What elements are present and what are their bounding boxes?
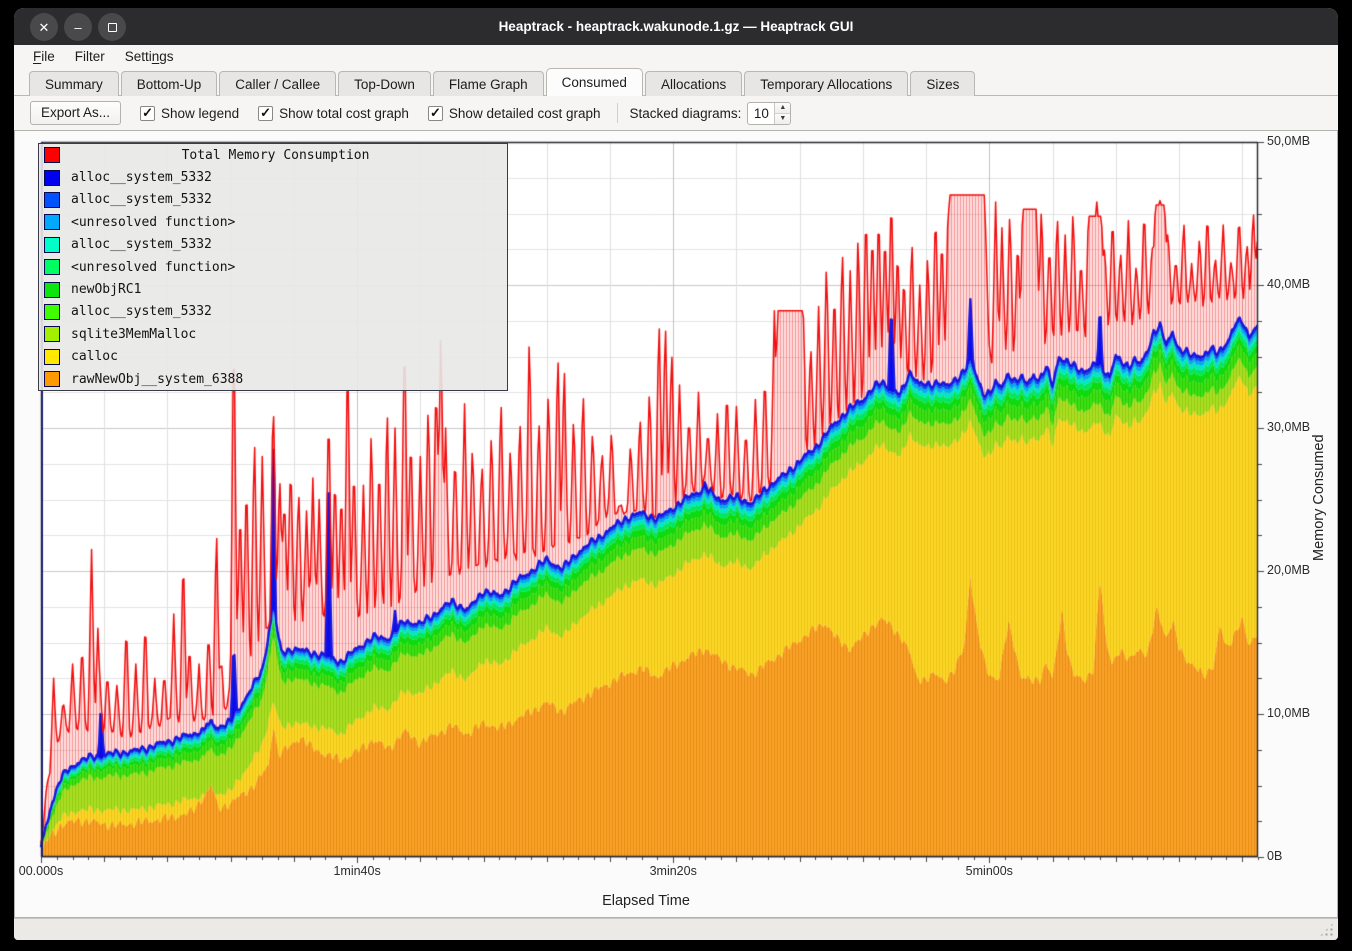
- export-as-button[interactable]: Export As...: [30, 101, 121, 125]
- tab-sizes[interactable]: Sizes: [910, 71, 975, 96]
- show-legend-checkbox-group[interactable]: ✓ Show legend: [140, 106, 239, 121]
- y-tick-label: 10,0MB: [1267, 706, 1310, 720]
- tab-caller-callee[interactable]: Caller / Callee: [219, 71, 336, 96]
- app-window: ✕ – Heaptrack - heaptrack.wakunode.1.gz …: [14, 8, 1338, 940]
- menu-settings[interactable]: Settings: [115, 48, 184, 65]
- consumed-chart-panel: Total Memory Consumption alloc__system_53…: [14, 130, 1338, 918]
- legend-row: <unresolved function>: [39, 211, 507, 233]
- legend-swatch: [44, 170, 60, 186]
- menu-filter[interactable]: Filter: [65, 48, 115, 65]
- legend-row: <unresolved function>: [39, 256, 507, 278]
- legend-row: sqlite3MemMalloc: [39, 323, 507, 345]
- x-tick-label: 3min20s: [628, 864, 718, 878]
- legend-row: rawNewObj__system_6388: [39, 368, 507, 390]
- legend-swatch: [44, 147, 60, 163]
- legend-swatch: [44, 192, 60, 208]
- legend-swatch: [44, 237, 60, 253]
- legend-label: alloc__system_5332: [71, 304, 212, 319]
- tab-summary[interactable]: Summary: [29, 71, 119, 96]
- legend-row: alloc__system_5332: [39, 166, 507, 188]
- check-icon: ✓: [142, 105, 153, 121]
- window-title: Heaptrack - heaptrack.wakunode.1.gz — He…: [14, 8, 1338, 45]
- tab-flame-graph[interactable]: Flame Graph: [433, 71, 544, 96]
- legend-row: newObjRC1: [39, 278, 507, 300]
- legend-swatch: [44, 304, 60, 320]
- legend-swatch: [44, 349, 60, 365]
- toolbar-separator: [617, 103, 618, 123]
- legend-row: alloc__system_5332: [39, 189, 507, 211]
- legend-label: newObjRC1: [71, 282, 141, 297]
- x-tick-label: 5min00s: [944, 864, 1034, 878]
- stacked-diagrams-spinner[interactable]: 10 ▲ ▼: [747, 102, 791, 125]
- tab-top-down[interactable]: Top-Down: [338, 71, 431, 96]
- show-detailed-cost-label: Show detailed cost graph: [449, 106, 601, 121]
- y-tick-label: 20,0MB: [1267, 563, 1310, 577]
- legend-label: alloc__system_5332: [71, 170, 212, 185]
- tab-consumed[interactable]: Consumed: [546, 68, 643, 96]
- legend-row: alloc__system_5332: [39, 301, 507, 323]
- show-detailed-cost-checkbox-group[interactable]: ✓ Show detailed cost graph: [428, 106, 601, 121]
- stacked-diagrams-value[interactable]: 10: [748, 103, 774, 124]
- show-total-cost-label: Show total cost graph: [279, 106, 409, 121]
- y-tick-label: 0B: [1267, 849, 1282, 863]
- tab-temporary-allocations[interactable]: Temporary Allocations: [744, 71, 908, 96]
- legend-title-row: Total Memory Consumption: [39, 144, 507, 166]
- tab-bottom-up[interactable]: Bottom-Up: [121, 71, 218, 96]
- y-tick-label: 50,0MB: [1267, 134, 1310, 148]
- show-detailed-cost-checkbox[interactable]: ✓: [428, 106, 443, 121]
- chevron-down-icon: ▼: [779, 115, 786, 122]
- x-tick-label: 1min40s: [312, 864, 402, 878]
- chevron-up-icon: ▲: [779, 104, 786, 111]
- check-icon: ✓: [260, 105, 271, 121]
- legend-label: Total Memory Consumption: [71, 148, 480, 163]
- legend-label: sqlite3MemMalloc: [71, 327, 196, 342]
- legend-swatch: [44, 214, 60, 230]
- y-tick-label: 40,0MB: [1267, 277, 1310, 291]
- x-axis-title: Elapsed Time: [566, 893, 726, 909]
- x-tick-label: 00.000s: [14, 864, 86, 878]
- legend-swatch: [44, 259, 60, 275]
- spinner-up-button[interactable]: ▲: [775, 103, 790, 114]
- legend-label: alloc__system_5332: [71, 192, 212, 207]
- chart-legend: Total Memory Consumption alloc__system_53…: [38, 143, 508, 391]
- title-bar: ✕ – Heaptrack - heaptrack.wakunode.1.gz …: [14, 8, 1338, 45]
- menu-bar: File Filter Settings: [14, 45, 1338, 68]
- check-icon: ✓: [430, 105, 441, 121]
- show-total-cost-checkbox-group[interactable]: ✓ Show total cost graph: [258, 106, 409, 121]
- show-legend-label: Show legend: [161, 106, 239, 121]
- legend-swatch: [44, 282, 60, 298]
- spinner-down-button[interactable]: ▼: [775, 114, 790, 124]
- tab-bar: Summary Bottom-Up Caller / Callee Top-Do…: [14, 68, 1338, 96]
- resize-grip-icon[interactable]: [1319, 922, 1334, 937]
- toolbar: Export As... ✓ Show legend ✓ Show total …: [14, 96, 1338, 130]
- y-tick-label: 30,0MB: [1267, 420, 1310, 434]
- show-total-cost-checkbox[interactable]: ✓: [258, 106, 273, 121]
- legend-label: <unresolved function>: [71, 260, 235, 275]
- show-legend-checkbox[interactable]: ✓: [140, 106, 155, 121]
- legend-label: alloc__system_5332: [71, 237, 212, 252]
- menu-file[interactable]: File: [23, 48, 65, 65]
- y-axis-title: Memory Consumed: [1311, 358, 1327, 638]
- legend-row: calloc: [39, 346, 507, 368]
- status-bar: [14, 918, 1338, 940]
- legend-label: calloc: [71, 349, 118, 364]
- legend-swatch: [44, 371, 60, 387]
- legend-label: rawNewObj__system_6388: [71, 372, 243, 387]
- legend-label: <unresolved function>: [71, 215, 235, 230]
- tab-allocations[interactable]: Allocations: [645, 71, 742, 96]
- stacked-diagrams-label: Stacked diagrams:: [630, 106, 742, 121]
- legend-row: alloc__system_5332: [39, 234, 507, 256]
- legend-swatch: [44, 326, 60, 342]
